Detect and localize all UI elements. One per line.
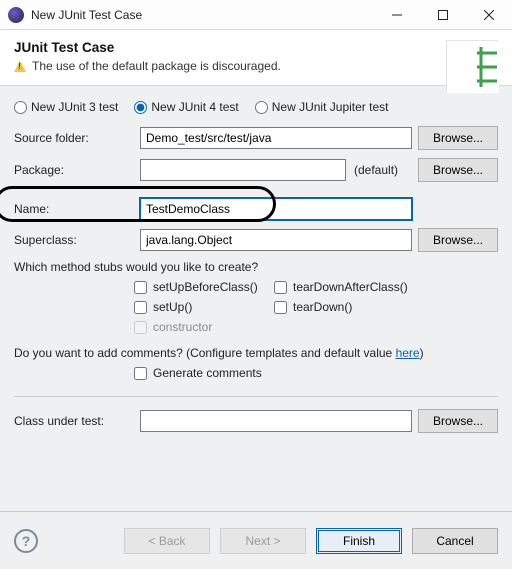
check-generate-comments-label: Generate comments <box>153 366 262 380</box>
maximize-button[interactable] <box>420 0 466 30</box>
check-teardownafterclass-input[interactable] <box>274 281 287 294</box>
input-class-under-test[interactable] <box>140 410 412 432</box>
label-name: Name: <box>14 202 134 216</box>
minimize-button[interactable] <box>374 0 420 30</box>
comments-question-b: ) <box>420 346 424 360</box>
configure-templates-link[interactable]: here <box>396 346 420 360</box>
warning-text: The use of the default package is discou… <box>32 59 281 73</box>
input-package[interactable] <box>140 159 346 181</box>
check-setup-input[interactable] <box>134 301 147 314</box>
row-superclass: Superclass: Browse... <box>14 228 498 252</box>
cancel-button[interactable]: Cancel <box>412 528 498 554</box>
row-package: Package: (default) Browse... <box>14 158 498 182</box>
label-class-under-test: Class under test: <box>14 414 134 428</box>
browse-source-folder-button[interactable]: Browse... <box>418 126 498 150</box>
check-constructor-input <box>134 321 147 334</box>
eclipse-icon <box>8 7 24 23</box>
comments-question: Do you want to add comments? (Configure … <box>14 346 498 360</box>
hint-package-default: (default) <box>352 163 412 177</box>
input-source-folder[interactable] <box>140 127 412 149</box>
check-constructor-label: constructor <box>153 320 212 334</box>
junit-wizard-icon <box>446 40 498 92</box>
label-source-folder: Source folder: <box>14 131 134 145</box>
radio-junit3-input[interactable] <box>14 101 27 114</box>
check-generate-comments[interactable]: Generate comments <box>134 366 262 380</box>
radio-jupiter[interactable]: New JUnit Jupiter test <box>255 100 389 114</box>
check-teardownafterclass[interactable]: tearDownAfterClass() <box>274 280 434 294</box>
comments-question-a: Do you want to add comments? (Configure … <box>14 346 396 360</box>
check-teardown[interactable]: tearDown() <box>274 300 434 314</box>
browse-package-button[interactable]: Browse... <box>418 158 498 182</box>
radio-jupiter-label: New JUnit Jupiter test <box>272 100 389 114</box>
stubs-question: Which method stubs would you like to cre… <box>14 260 498 274</box>
check-teardown-label: tearDown() <box>293 300 352 314</box>
radio-junit4[interactable]: New JUnit 4 test <box>134 100 238 114</box>
radio-junit4-label: New JUnit 4 test <box>151 100 238 114</box>
browse-class-under-test-button[interactable]: Browse... <box>418 409 498 433</box>
check-constructor: constructor <box>134 320 274 334</box>
check-setupbeforeclass-label: setUpBeforeClass() <box>153 280 258 294</box>
check-generate-comments-input[interactable] <box>134 367 147 380</box>
check-setupbeforeclass[interactable]: setUpBeforeClass() <box>134 280 274 294</box>
button-bar: ? < Back Next > Finish Cancel <box>0 511 512 569</box>
browse-superclass-button[interactable]: Browse... <box>418 228 498 252</box>
check-teardown-input[interactable] <box>274 301 287 314</box>
radio-jupiter-input[interactable] <box>255 101 268 114</box>
wizard-header: JUnit Test Case The use of the default p… <box>0 30 512 86</box>
label-superclass: Superclass: <box>14 233 134 247</box>
title-bar: New JUnit Test Case <box>0 0 512 30</box>
page-title: JUnit Test Case <box>14 40 498 55</box>
input-name[interactable] <box>140 198 412 220</box>
back-button: < Back <box>124 528 210 554</box>
stubs-grid: setUpBeforeClass() tearDownAfterClass() … <box>134 280 498 334</box>
radio-junit4-input[interactable] <box>134 101 147 114</box>
close-button[interactable] <box>466 0 512 30</box>
separator <box>14 396 498 397</box>
check-setup[interactable]: setUp() <box>134 300 274 314</box>
wizard-body: New JUnit 3 test New JUnit 4 test New JU… <box>0 86 512 433</box>
radio-junit3[interactable]: New JUnit 3 test <box>14 100 118 114</box>
help-button[interactable]: ? <box>14 529 38 553</box>
junit-version-radios: New JUnit 3 test New JUnit 4 test New JU… <box>14 100 498 114</box>
radio-junit3-label: New JUnit 3 test <box>31 100 118 114</box>
label-package: Package: <box>14 163 134 177</box>
row-name: Name: <box>14 198 498 220</box>
warning-icon <box>14 61 26 72</box>
row-source-folder: Source folder: Browse... <box>14 126 498 150</box>
check-setup-label: setUp() <box>153 300 192 314</box>
row-class-under-test: Class under test: Browse... <box>14 409 498 433</box>
input-superclass[interactable] <box>140 229 412 251</box>
window-title: New JUnit Test Case <box>31 8 374 22</box>
warning-row: The use of the default package is discou… <box>14 59 498 73</box>
next-button: Next > <box>220 528 306 554</box>
check-setupbeforeclass-input[interactable] <box>134 281 147 294</box>
check-teardownafterclass-label: tearDownAfterClass() <box>293 280 408 294</box>
finish-button[interactable]: Finish <box>316 528 402 554</box>
